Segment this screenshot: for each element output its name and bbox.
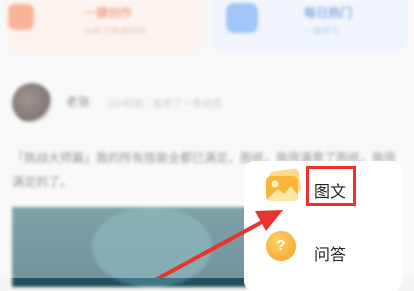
menu-item-wenda[interactable]: ? 问答 — [244, 227, 402, 275]
question-icon: ? — [266, 231, 296, 261]
image-icon — [266, 168, 301, 201]
highlight-box — [306, 166, 356, 206]
menu-item-wenda-label: 问答 — [314, 247, 347, 264]
